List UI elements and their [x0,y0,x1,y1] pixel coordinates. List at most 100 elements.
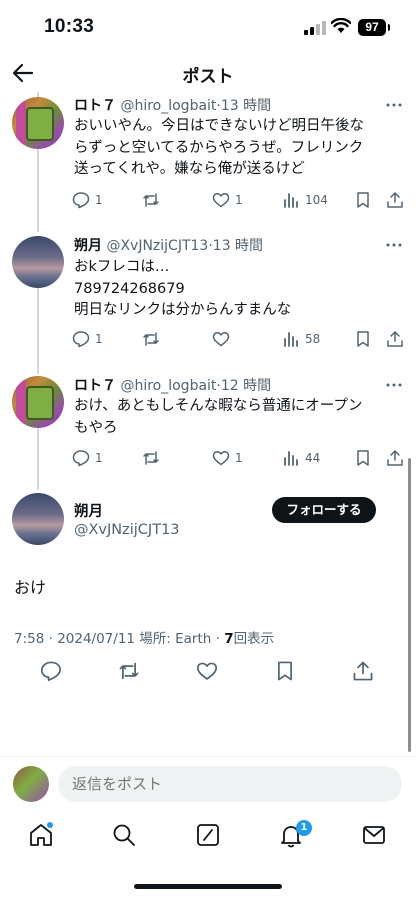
bookmark-button[interactable] [354,328,372,350]
views-button[interactable]: 104 [282,189,328,211]
mail-icon [363,826,385,844]
status-time: 10:33 [44,16,95,37]
tweet-header: ロト７ @hiro_logbait·12 時間 [74,375,271,395]
repost-button[interactable] [142,328,165,350]
grok-icon [197,824,219,846]
notifications-badge: 1 [296,820,312,836]
avatar[interactable] [12,236,64,288]
main-tweet-text: おけ [14,578,47,597]
nav-search[interactable] [111,822,137,848]
views-button[interactable]: 58 [282,328,320,350]
author-handle[interactable]: @XvJNzijCJT13 [74,522,180,538]
nav-grok[interactable] [195,822,221,848]
views-icon [284,451,298,466]
tweet-meta: 7:58 · 2024/07/11 場所: Earth · 7回表示 [14,627,274,647]
header: ポスト [0,56,416,92]
like-icon [212,451,230,466]
bookmark-icon [357,331,369,347]
tweet-actions: 1 58 [72,328,406,350]
avatar[interactable] [12,493,64,545]
share-button[interactable] [386,447,404,469]
reply-count: 1 [95,193,103,207]
share-button[interactable] [386,328,404,350]
share-button[interactable] [352,660,376,684]
tweet-header: 朔月 @XvJNzijCJT13·13 時間 [74,235,263,255]
author-name[interactable]: ロト７ [74,378,116,394]
views-label: 回表示 [233,631,275,647]
author-handle[interactable]: @hiro_logbait [120,378,216,394]
bookmark-icon [357,450,369,466]
author-name[interactable]: ロト７ [74,98,116,114]
like-button[interactable] [196,660,220,684]
scrollbar[interactable] [408,458,411,752]
views-icon [284,193,298,208]
nav-messages[interactable] [361,822,387,848]
author-handle[interactable]: @hiro_logbait [120,98,216,114]
share-icon [353,661,373,681]
tweet-time: ·13 時間 [216,98,272,114]
bookmark-button[interactable] [274,660,298,684]
reply-bar [0,756,416,812]
reply-input[interactable] [58,766,402,802]
repost-button[interactable] [142,447,165,469]
more-icon[interactable] [386,102,402,108]
tweet-actions: 1 1 44 [72,447,406,469]
reply-count: 1 [95,332,103,346]
tweet-text: おけ、あともしそんな暇なら普通にオープン もやろ [74,398,363,436]
share-icon [387,192,403,208]
author-name[interactable]: 朔月 [74,500,103,521]
reply-button[interactable] [40,660,64,684]
more-icon[interactable] [386,382,402,388]
like-icon [212,332,230,347]
repost-button[interactable] [142,189,165,211]
like-button[interactable] [212,328,235,350]
tweet-text: おkフレコは… 789724268679 明日なリンクは分からんすまんな [74,259,292,318]
tweet-timestamp-location: 7:58 · 2024/07/11 場所: Earth · [14,631,225,647]
share-icon [387,331,403,347]
views-button[interactable]: 44 [282,447,320,469]
like-count: 1 [235,193,243,207]
reply-button[interactable]: 1 [72,189,103,211]
cellular-signal-icon [304,21,326,35]
follow-button[interactable]: フォローする [272,497,376,523]
main-tweet-actions [0,660,416,688]
bookmark-icon [278,661,292,681]
repost-button[interactable] [118,660,142,684]
reply-icon [72,192,90,209]
avatar[interactable] [12,97,64,149]
tweet-actions: 1 1 104 [72,189,406,211]
reply-button[interactable]: 1 [72,328,103,350]
reply-button[interactable]: 1 [72,447,103,469]
more-icon[interactable] [386,242,402,248]
author-name[interactable]: 朔月 [74,238,102,254]
reply-icon [72,331,90,348]
bottom-nav: 1 [0,812,416,862]
repost-icon [119,662,139,680]
thread-line [37,428,39,490]
like-button[interactable]: 1 [212,447,243,469]
reply-icon [40,661,62,682]
home-indicator[interactable] [134,884,282,889]
like-icon [196,662,218,680]
share-button[interactable] [386,189,404,211]
reply-icon [72,450,90,467]
avatar[interactable] [12,376,64,428]
tweet-text: おいいやん。今日はできないけど明日午後な らずっと空いてるからやろうぜ。フレリン… [74,118,364,177]
views-count: 44 [305,451,321,465]
like-button[interactable]: 1 [212,189,243,211]
thread-line [37,288,39,374]
status-bar: 10:33 97 [0,0,416,56]
views-icon [284,332,298,347]
search-icon [113,824,135,846]
home-notification-dot [47,822,53,828]
bookmark-button[interactable] [354,189,372,211]
tweet-header: ロト７ @hiro_logbait·13 時間 [74,95,271,115]
avatar[interactable] [13,766,49,802]
bookmark-icon [357,192,369,208]
author-handle[interactable]: @XvJNzijCJT13 [106,238,208,254]
bookmark-button[interactable] [354,447,372,469]
repost-icon [143,451,159,465]
views-count: 104 [305,193,328,207]
repost-icon [143,332,159,346]
views-count: 58 [305,332,321,346]
